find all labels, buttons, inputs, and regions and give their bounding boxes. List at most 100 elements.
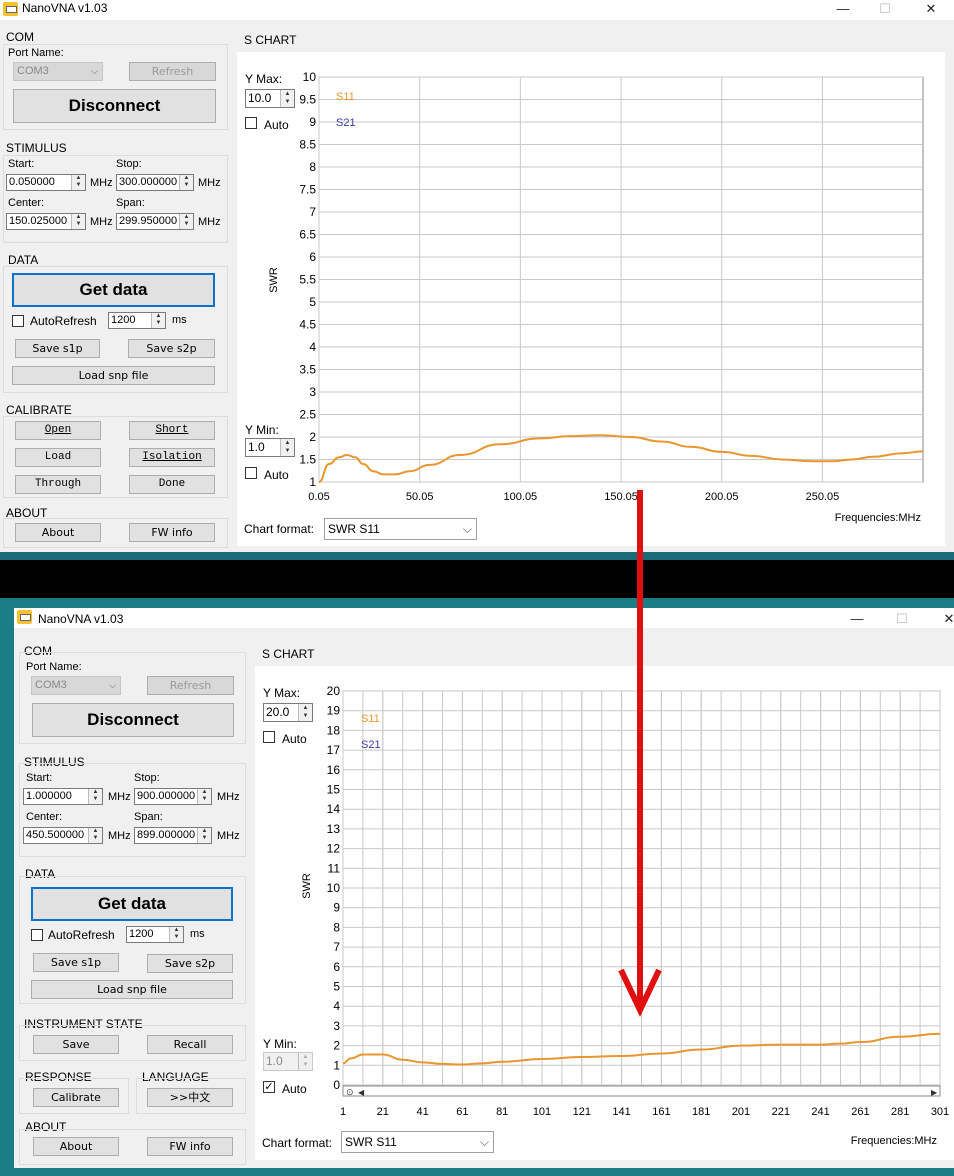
maximize-icon[interactable]: ☐ <box>862 0 908 20</box>
port-select[interactable]: COM3 ⌵ <box>13 62 103 81</box>
spinner-icon[interactable]: ▲ ▼ <box>71 175 85 190</box>
x-tick-label: 121 <box>573 1106 591 1118</box>
y-tick-label: 4 <box>309 340 316 354</box>
x-tick-label: 201 <box>732 1106 750 1118</box>
stop-unit-label: MHz <box>198 177 221 189</box>
span-frequency-input[interactable]: 299.950000 ▲ ▼ <box>116 213 194 230</box>
x-axis-label: Frequencies:MHz <box>835 512 921 524</box>
spinner-icon[interactable]: ▲ ▼ <box>151 313 165 328</box>
short-calibration-button[interactable]: Short <box>129 421 215 440</box>
nanovna-app-icon <box>17 610 32 624</box>
done-calibration-button[interactable]: Done <box>129 475 215 494</box>
chevron-down-icon: ⌵ <box>109 680 116 690</box>
x-tick-label: 81 <box>496 1106 508 1118</box>
nanovna-app-icon <box>3 2 18 16</box>
spinner-icon[interactable]: ▲ ▼ <box>197 828 211 843</box>
about-button[interactable]: About <box>15 523 101 542</box>
title-bar: NanoVNA v1.03 — ☐ ✕ <box>14 608 954 628</box>
load-snp-file-button[interactable]: Load snp file <box>12 366 215 385</box>
spinner-icon[interactable]: ▲ ▼ <box>169 927 183 942</box>
load-snp-file-button[interactable]: Load snp file <box>31 980 233 999</box>
window-title: NanoVNA v1.03 <box>22 1 108 15</box>
close-icon[interactable]: ✕ <box>908 0 954 20</box>
y-tick-label: 1 <box>309 475 316 489</box>
span-frequency-input[interactable]: 899.000000 ▲ ▼ <box>134 827 212 844</box>
spinner-icon[interactable]: ▲ ▼ <box>88 828 102 843</box>
top-window: NanoVNA v1.03 — ☐ ✕ COM Port Name: COM3 ⌵… <box>0 0 954 552</box>
maximize-icon[interactable]: ☐ <box>879 610 925 630</box>
start-frequency-value: 1.000000 <box>26 790 72 802</box>
y-tick-label: 0 <box>333 1078 340 1092</box>
autorefresh-checkbox[interactable] <box>12 315 24 327</box>
autorefresh-interval-value: 1200 <box>111 314 136 326</box>
zoom-reset-icon: ⊙ <box>346 1087 354 1097</box>
save-s2p-button[interactable]: Save s2p <box>147 954 233 973</box>
y-tick-label: 4 <box>333 999 340 1013</box>
close-icon[interactable]: ✕ <box>926 610 954 630</box>
fw-info-button[interactable]: FW info <box>129 523 215 542</box>
save-s1p-button[interactable]: Save s1p <box>15 339 100 358</box>
y-axis-label: SWR <box>268 267 280 293</box>
start-label: Start: <box>8 158 35 170</box>
port-select-value: COM3 <box>35 679 67 691</box>
x-scrollbar <box>342 1085 941 1097</box>
load-calibration-button[interactable]: Load <box>15 448 101 467</box>
y-tick-label: 6 <box>333 960 340 974</box>
spinner-icon[interactable]: ▲ ▼ <box>179 214 193 229</box>
spinner-icon[interactable]: ▲ ▼ <box>179 175 193 190</box>
autorefresh-interval-input[interactable]: 1200 ▲ ▼ <box>108 312 166 329</box>
legend-entry-s11: S11 <box>336 91 355 103</box>
autorefresh-interval-input[interactable]: 1200 ▲ ▼ <box>126 926 184 943</box>
x-tick-label: 1 <box>340 1106 346 1118</box>
save-s1p-button[interactable]: Save s1p <box>33 953 119 972</box>
spinner-icon[interactable]: ▲ ▼ <box>71 214 85 229</box>
center-frequency-input[interactable]: 450.500000 ▲ ▼ <box>23 827 103 844</box>
center-unit-label: MHz <box>108 830 131 842</box>
x-tick-label: 0.05 <box>308 491 329 503</box>
spinner-icon[interactable]: ▲ ▼ <box>197 789 211 804</box>
start-frequency-input[interactable]: 1.000000 ▲ ▼ <box>23 788 103 805</box>
disconnect-button[interactable]: Disconnect <box>13 89 216 123</box>
span-unit-label: MHz <box>217 830 240 842</box>
refresh-button[interactable]: Refresh <box>129 62 216 81</box>
y-tick-label: 8 <box>333 920 340 934</box>
through-calibration-button[interactable]: Through <box>15 475 101 494</box>
data-group-label: DATA <box>8 253 39 267</box>
y-tick-label: 6.5 <box>299 228 316 242</box>
y-tick-label: 4.5 <box>299 318 316 332</box>
y-tick-label: 9.5 <box>299 93 316 107</box>
x-tick-label: 221 <box>772 1106 790 1118</box>
calibrate-button[interactable]: Calibrate <box>33 1088 119 1107</box>
x-tick-label: 41 <box>416 1106 428 1118</box>
stop-frequency-input[interactable]: 300.000000 ▲ ▼ <box>116 174 194 191</box>
minimize-icon[interactable]: — <box>820 0 866 20</box>
open-calibration-button[interactable]: Open <box>15 421 101 440</box>
port-select[interactable]: COM3 ⌵ <box>31 676 121 695</box>
interval-unit-label: ms <box>190 928 205 940</box>
annotation-arrow <box>618 490 662 1017</box>
language-toggle-button[interactable]: >>中文 <box>147 1088 233 1107</box>
y-tick-label: 10 <box>327 881 341 895</box>
x-tick-label: 241 <box>811 1106 829 1118</box>
center-frequency-input[interactable]: 150.025000 ▲ ▼ <box>6 213 86 230</box>
fw-info-button[interactable]: FW info <box>147 1137 233 1156</box>
spinner-icon[interactable]: ▲ ▼ <box>88 789 102 804</box>
isolation-calibration-button[interactable]: Isolation <box>129 448 215 467</box>
refresh-button[interactable]: Refresh <box>147 676 234 695</box>
y-tick-label: 14 <box>327 802 341 816</box>
save-s2p-button[interactable]: Save s2p <box>128 339 215 358</box>
disconnect-button[interactable]: Disconnect <box>32 703 234 737</box>
recall-state-button[interactable]: Recall <box>147 1035 233 1054</box>
minimize-icon[interactable]: — <box>834 610 880 630</box>
about-button[interactable]: About <box>33 1137 119 1156</box>
get-data-button[interactable]: Get data <box>31 887 233 921</box>
get-data-button[interactable]: Get data <box>12 273 215 307</box>
x-tick-label: 141 <box>612 1106 630 1118</box>
start-frequency-input[interactable]: 0.050000 ▲ ▼ <box>6 174 86 191</box>
stop-frequency-input[interactable]: 900.000000 ▲ ▼ <box>134 788 212 805</box>
desktop-strip-dark <box>0 560 954 598</box>
legend-entry-s21: S21 <box>361 739 381 751</box>
y-tick-label: 7 <box>309 205 316 219</box>
save-state-button[interactable]: Save <box>33 1035 119 1054</box>
autorefresh-checkbox[interactable] <box>31 929 43 941</box>
